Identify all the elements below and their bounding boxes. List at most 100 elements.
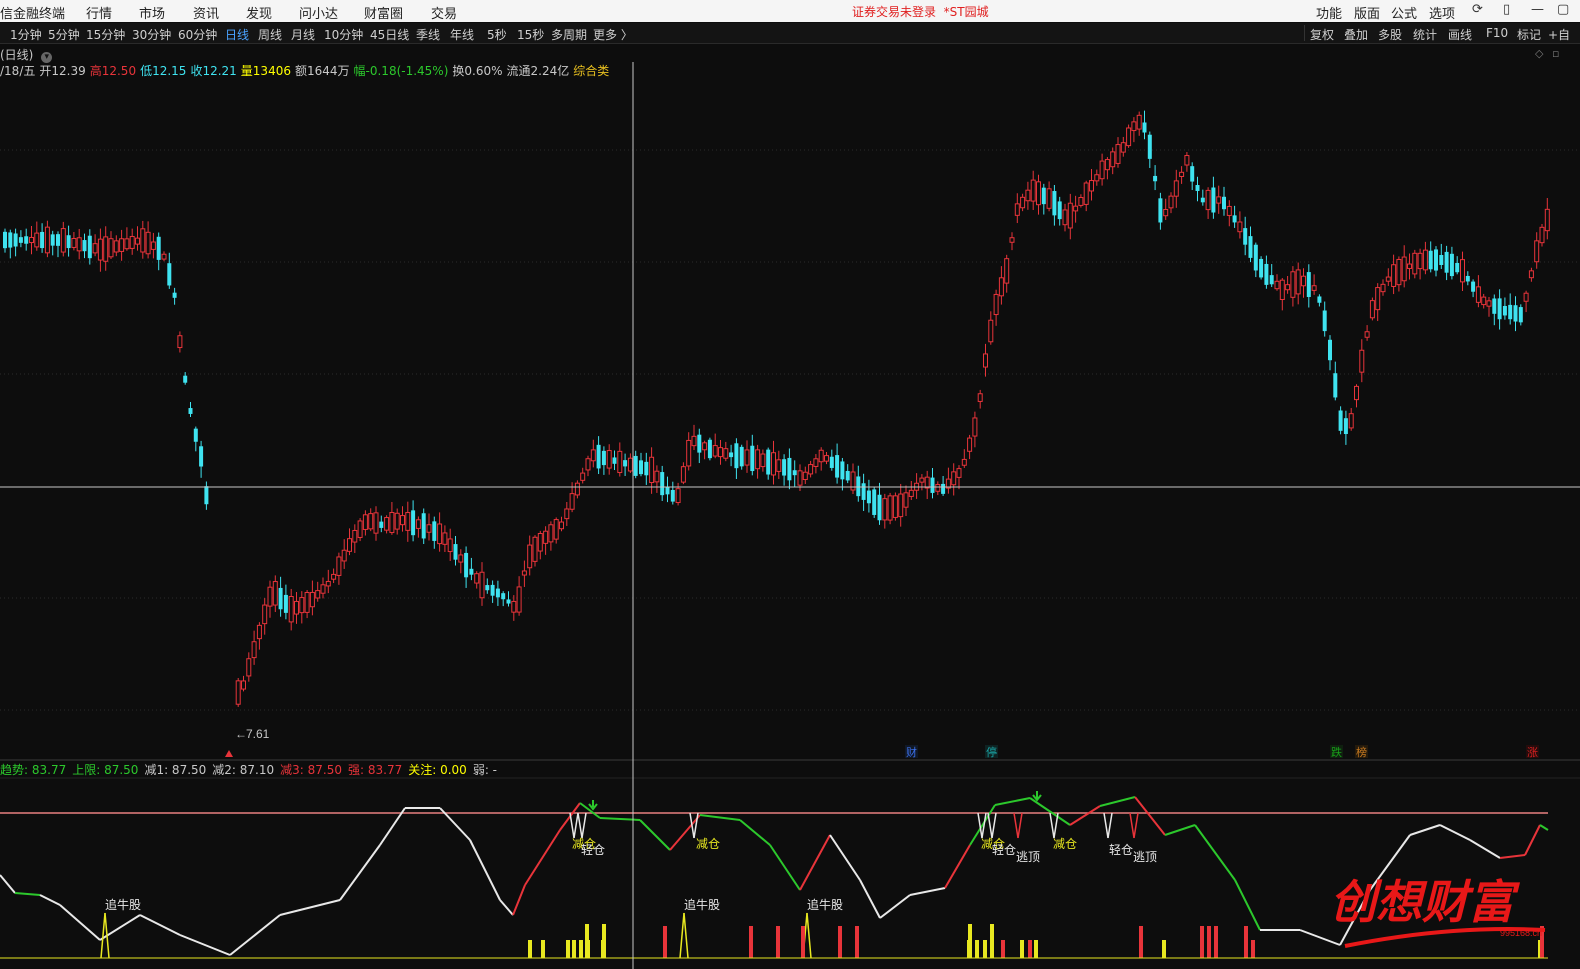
candle-body: [1391, 264, 1397, 287]
candle-body: [1465, 275, 1470, 282]
candle-body: [606, 450, 612, 469]
signal-bar: [801, 926, 805, 958]
indicator-line: [639, 819, 671, 851]
candle-body: [856, 476, 861, 497]
label-taoding-1: 逃顶: [1016, 850, 1040, 864]
candle-body: [1136, 114, 1142, 130]
candle-body: [34, 232, 40, 248]
candle-body: [325, 580, 331, 587]
chart-canvas[interactable]: ← 7.61 财 停 跌 榜 涨 追牛股 追牛股 追牛股 减仓 轻仓 减仓 减仓…: [0, 0, 1580, 969]
indicator-line: [1524, 824, 1541, 856]
candle-body: [1036, 181, 1041, 206]
candle-body: [341, 549, 347, 562]
candle-body: [935, 484, 941, 492]
candle-body: [649, 456, 655, 484]
candle-body: [1216, 196, 1222, 204]
candle-body: [71, 238, 77, 248]
candle-body: [729, 452, 734, 458]
candle-body: [485, 585, 490, 591]
indicator-line: [59, 904, 101, 941]
candle-body: [1211, 187, 1216, 213]
candle-body: [1455, 262, 1460, 273]
event-tags: 财 停 跌 榜 涨: [905, 745, 1539, 759]
label-qingcang-3: 轻仓: [1109, 843, 1133, 857]
candle-body: [569, 493, 575, 510]
indicator-line: [0, 874, 16, 894]
indicator-line: [1469, 839, 1501, 859]
label-jiancang-4: 减仓: [1053, 837, 1077, 851]
candle-body: [56, 234, 60, 246]
candle-body: [697, 434, 702, 453]
event-tag-bang[interactable]: 榜: [1356, 745, 1367, 759]
candle-body: [177, 335, 183, 349]
event-tag-zhang[interactable]: 涨: [1527, 746, 1538, 759]
candle-body: [108, 238, 114, 258]
candle-body: [161, 253, 167, 260]
indicator-line: [581, 812, 587, 839]
candle-body: [1158, 198, 1163, 223]
candle-body: [967, 437, 973, 452]
candle-body: [861, 483, 866, 500]
candle-body: [1439, 255, 1444, 265]
candle-body: [299, 597, 305, 614]
indicator-line: [859, 879, 881, 919]
label-zhuiniu-1: 追牛股: [105, 897, 141, 912]
candle-body: [898, 493, 904, 518]
signal-bar: [968, 924, 972, 958]
indicator-line: [1499, 854, 1526, 859]
candle-body: [474, 573, 480, 584]
indicator-line: [339, 844, 381, 901]
candle-body: [167, 263, 172, 286]
candle-body: [1173, 180, 1179, 197]
candle-body: [129, 235, 135, 249]
signal-bar: [1251, 940, 1255, 958]
label-zhuiniu-3: 追牛股: [807, 897, 843, 912]
candle-body: [1328, 339, 1332, 361]
candle-body: [734, 443, 739, 469]
candle-body: [1364, 331, 1370, 338]
signal-bar: [1207, 926, 1211, 958]
candle-body: [808, 464, 814, 475]
candle-body: [1179, 171, 1185, 177]
signal-bar: [663, 926, 667, 958]
candle-body: [44, 226, 50, 254]
candle-body: [50, 234, 55, 246]
event-tag-die[interactable]: 跌: [1331, 745, 1342, 759]
candle-body: [1502, 305, 1507, 316]
candle-body: [1354, 385, 1359, 401]
signal-bar: [1214, 926, 1218, 958]
candle-body: [362, 514, 368, 530]
indicator-line: [806, 912, 812, 959]
candle-body: [426, 524, 432, 533]
candle-body: [930, 477, 935, 493]
candlestick-series: [3, 110, 1550, 707]
indicator-line: [739, 819, 771, 846]
indicator-line: [524, 829, 561, 886]
candle-body: [1306, 272, 1311, 298]
candle-body: [352, 529, 358, 543]
candle-body: [24, 236, 29, 244]
indicator-line: [1103, 812, 1109, 839]
candle-body: [172, 292, 177, 298]
indicator-line: [14, 892, 41, 896]
candle-body: [1222, 196, 1226, 210]
candle-body: [1104, 159, 1110, 171]
candle-body: [60, 228, 66, 253]
indicator-line: [991, 812, 997, 839]
indicator-line: [799, 834, 831, 891]
indicator-line: [1164, 824, 1196, 836]
candle-body: [1359, 349, 1365, 373]
indicator-line: [1029, 797, 1071, 826]
candle-body: [156, 236, 161, 260]
candle-body: [246, 658, 252, 677]
candle-body: [892, 495, 898, 518]
event-tag-cai[interactable]: 财: [906, 745, 917, 759]
signal-bar: [566, 940, 570, 958]
candle-body: [977, 393, 983, 402]
candle-body: [1004, 258, 1010, 284]
candle-body: [3, 231, 7, 249]
signal-bar: [838, 926, 842, 958]
candle-body: [718, 447, 723, 458]
event-tag-ting[interactable]: 停: [986, 745, 997, 759]
candle-body: [140, 228, 146, 253]
